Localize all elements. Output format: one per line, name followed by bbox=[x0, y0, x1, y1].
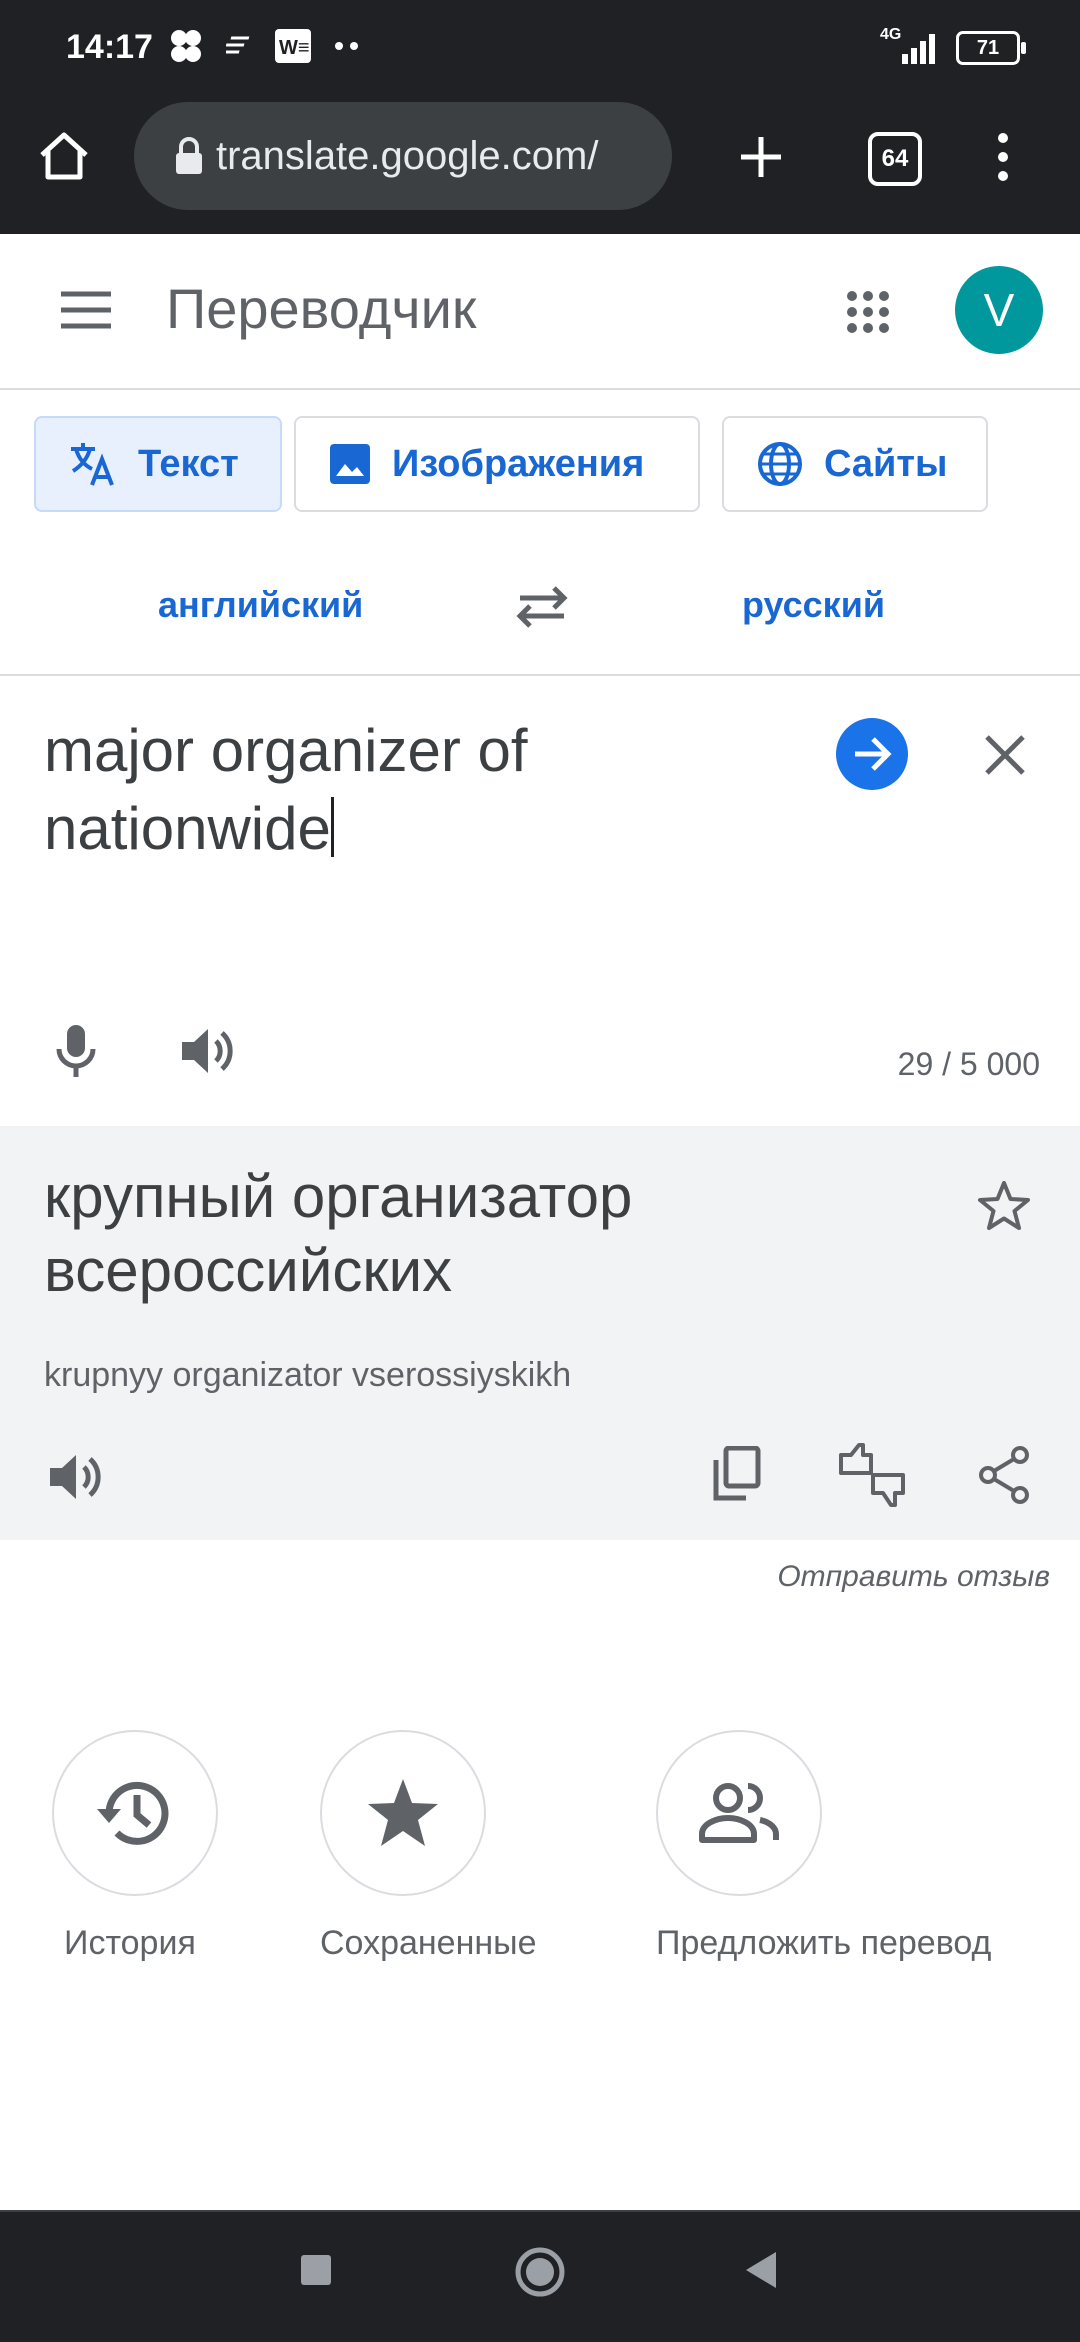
save-translation-star-icon[interactable] bbox=[972, 1174, 1036, 1238]
people-icon bbox=[699, 1783, 779, 1843]
history-label: История bbox=[64, 1924, 196, 1962]
rate-translation-icon[interactable] bbox=[836, 1442, 908, 1508]
tab-count: 64 bbox=[881, 145, 909, 172]
home-nav-icon[interactable] bbox=[514, 2246, 566, 2298]
star-icon bbox=[368, 1779, 438, 1846]
recents-icon[interactable] bbox=[296, 2250, 336, 2290]
app-header: Переводчик V bbox=[0, 234, 1080, 390]
word-icon: W≡ bbox=[275, 29, 311, 63]
history-icon bbox=[97, 1781, 169, 1845]
tab-sites-label: Сайты bbox=[824, 442, 948, 485]
history-button[interactable] bbox=[52, 1730, 218, 1896]
tab-switcher-button[interactable]: 64 bbox=[868, 132, 922, 186]
apps-grid-icon[interactable] bbox=[840, 284, 896, 340]
more-notifications-icon bbox=[335, 42, 358, 50]
globe-icon bbox=[758, 442, 802, 486]
cluster-icon bbox=[171, 30, 201, 62]
status-time: 14:17 bbox=[66, 28, 153, 66]
tab-sites[interactable]: Сайты bbox=[722, 416, 988, 512]
source-text: major organizer of nationwide bbox=[44, 717, 528, 862]
swap-languages-icon[interactable] bbox=[512, 580, 572, 632]
tab-text[interactable]: Текст bbox=[34, 416, 282, 512]
saved-action[interactable]: Сохраненные bbox=[320, 1730, 536, 1962]
svg-text:W≡: W≡ bbox=[279, 37, 310, 59]
status-system-icons: 4G 71 bbox=[880, 26, 1026, 66]
character-count: 29 / 5 000 bbox=[897, 1046, 1040, 1082]
image-icon bbox=[330, 444, 370, 484]
source-text-input[interactable]: major organizer of nationwide bbox=[44, 712, 814, 868]
saved-label: Сохраненные bbox=[320, 1924, 537, 1962]
text-cursor bbox=[330, 797, 334, 857]
microphone-icon[interactable] bbox=[46, 1018, 106, 1084]
lock-icon bbox=[176, 137, 202, 174]
new-tab-icon[interactable] bbox=[730, 126, 792, 188]
tab-text-label: Текст bbox=[138, 442, 239, 485]
history-action[interactable]: История bbox=[52, 1730, 218, 1962]
listen-source-icon[interactable] bbox=[176, 1020, 240, 1082]
battery-icon: 71 bbox=[956, 31, 1026, 65]
back-icon[interactable] bbox=[740, 2250, 780, 2290]
mode-tabs: Текст Изображения Сайты bbox=[0, 416, 1080, 516]
transliteration: krupnyy organizator vserossiyskikh bbox=[44, 1356, 572, 1394]
clear-text-icon[interactable] bbox=[976, 726, 1034, 784]
suggest-translation-button[interactable] bbox=[656, 1730, 822, 1896]
avatar[interactable]: V bbox=[955, 266, 1043, 354]
tab-images-label: Изображения bbox=[392, 442, 645, 485]
system-navigation-bar bbox=[0, 2210, 1080, 2342]
translate-arrow-icon[interactable] bbox=[836, 718, 908, 790]
url-text: translate.google.com/ bbox=[216, 133, 599, 178]
source-input-area[interactable]: major organizer of nationwide 29 / 5 000 bbox=[0, 676, 1080, 1126]
address-bar[interactable]: translate.google.com/ bbox=[134, 102, 672, 210]
translate-icon bbox=[71, 443, 114, 486]
source-language-button[interactable]: английский bbox=[158, 584, 363, 626]
browser-toolbar: translate.google.com/ 64 bbox=[0, 96, 1080, 234]
listen-translation-icon[interactable] bbox=[44, 1446, 108, 1508]
app-title: Переводчик bbox=[166, 277, 477, 340]
send-feedback-link[interactable]: Отправить отзыв bbox=[777, 1560, 1050, 1594]
menu-dots-icon[interactable] bbox=[980, 126, 1026, 188]
translation-text: крупный организатор всероссийских bbox=[44, 1163, 633, 1304]
copy-icon[interactable] bbox=[710, 1442, 762, 1506]
status-bar: 14:17 W≡ 4G 71 bbox=[0, 0, 1080, 96]
share-icon[interactable] bbox=[972, 1442, 1036, 1508]
suggest-translation-action[interactable]: Предложить перевод bbox=[656, 1730, 991, 1962]
status-notification-icons: W≡ bbox=[168, 28, 360, 64]
target-language-button[interactable]: русский bbox=[742, 584, 885, 626]
saved-button[interactable] bbox=[320, 1730, 486, 1896]
battery-level: 71 bbox=[976, 36, 1000, 59]
notes-icon bbox=[226, 36, 250, 54]
tab-images[interactable]: Изображения bbox=[294, 416, 700, 512]
translation-output-area: крупный организатор всероссийских krupny… bbox=[0, 1126, 1080, 1540]
signal-icon: 4G bbox=[880, 26, 940, 66]
avatar-letter: V bbox=[983, 284, 1015, 336]
language-selector: английский русский bbox=[0, 540, 1080, 676]
suggest-translation-label: Предложить перевод bbox=[656, 1924, 992, 1962]
hamburger-menu-icon[interactable] bbox=[56, 284, 116, 336]
home-icon[interactable] bbox=[34, 126, 94, 186]
